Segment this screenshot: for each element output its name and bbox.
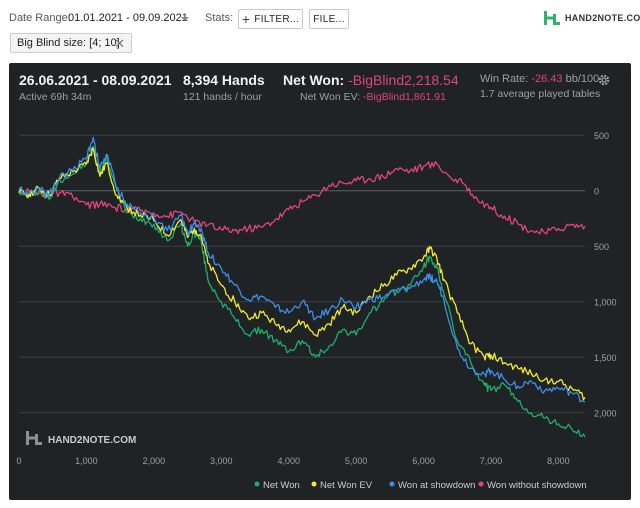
net-won-ev: Net Won EV: -BigBlind1,861.91 <box>300 91 446 103</box>
watermark-text: HAND2NOTE.COM <box>48 435 136 446</box>
net-won-label: Net Won: <box>283 72 345 88</box>
file-button-label: FILE... <box>313 13 345 25</box>
win-rate-unit: bb/100 <box>565 73 600 85</box>
hand2note-logo: HAND2NOTE.COM <box>543 9 640 27</box>
x-tick-label: 4,000 <box>277 456 300 466</box>
win-rate: Win Rate: -26.43 bb/100 <box>480 73 599 85</box>
x-tick-label: 2,000 <box>143 456 166 466</box>
stats-label: Stats: <box>205 12 234 24</box>
chart-watermark: HAND2NOTE.COM <box>26 431 136 446</box>
legend-marker <box>311 481 317 487</box>
legend-label[interactable]: Net Won EV <box>320 480 373 491</box>
active-time: Active 69h 34m <box>19 91 92 103</box>
chart-legend: Net Won Net Won EV Won at showdown Won with… <box>254 480 587 491</box>
x-tick-label: 3,000 <box>210 456 233 466</box>
series-line-won-without-showdown <box>18 160 586 235</box>
legend-marker <box>254 481 260 487</box>
legend-label[interactable]: Won at showdown <box>398 480 475 491</box>
net-won-ev-value: -BigBlind1,861.91 <box>363 91 446 103</box>
filter-chip[interactable]: Big Blind size: [4; 10] ✕ <box>10 33 132 53</box>
legend-marker <box>389 481 395 487</box>
file-button[interactable]: FILE... <box>309 9 349 29</box>
y-tick-label: 1,000 <box>594 298 617 308</box>
close-icon[interactable]: ✕ <box>114 36 125 52</box>
filter-button-label: FILTER... <box>254 13 300 25</box>
hand2note-logo-icon <box>544 11 560 25</box>
legend-label[interactable]: Won without showdown <box>487 480 587 491</box>
hand2note-logo-text: HAND2NOTE.COM <box>565 13 640 23</box>
x-tick-label: 1,000 <box>75 456 98 466</box>
win-rate-label: Win Rate: <box>480 73 529 85</box>
win-rate-value: -26.43 <box>531 73 563 85</box>
series-line-net-won-ev <box>18 147 586 401</box>
x-tick-label: 8,000 <box>547 456 570 466</box>
chart-series <box>18 136 586 438</box>
y-tick-label: 500 <box>594 131 609 141</box>
winnings-chart: 500 0 500 1,000 1,500 2,000 0 1,000 2,000 3,000 4,… <box>16 131 616 491</box>
y-tick-label: 0 <box>594 187 599 197</box>
x-tick-label: 6,000 <box>412 456 435 466</box>
toolbar: Date Range: 01.01.2021 - 09.09.2021 Stat… <box>0 0 640 58</box>
filter-button[interactable]: + FILTER... <box>238 9 303 29</box>
net-won-value: -BigBlind2,218.54 <box>348 72 459 88</box>
hands-rate: 121 hands / hour <box>183 91 262 103</box>
y-tick-label: 2,000 <box>594 409 617 419</box>
period: 26.06.2021 - 08.09.2021 <box>19 72 172 88</box>
net-won-ev-label: Net Won EV: <box>300 91 361 103</box>
y-tick-label: 1,500 <box>594 353 617 363</box>
series-line-net-won <box>18 145 586 438</box>
legend-marker <box>478 481 484 487</box>
chevron-down-icon[interactable] <box>181 17 189 21</box>
date-range-label: Date Range: <box>9 12 71 24</box>
y-tick-label: 500 <box>594 242 609 252</box>
x-tick-label: 0 <box>16 456 21 466</box>
net-won: Net Won: -BigBlind2,218.54 <box>283 72 459 88</box>
gear-icon[interactable] <box>597 73 611 87</box>
average-tables: 1.7 average played tables <box>480 88 601 100</box>
x-tick-label: 5,000 <box>345 456 368 466</box>
date-range-dropdown[interactable]: 01.01.2021 - 09.09.2021 <box>68 12 188 24</box>
series-line-won-at-showdown <box>18 136 585 403</box>
hands-count: 8,394 Hands <box>183 72 265 88</box>
legend-label[interactable]: Net Won <box>263 480 300 491</box>
x-tick-label: 7,000 <box>480 456 503 466</box>
plus-icon: + <box>241 11 251 27</box>
filter-chip-label: Big Blind size: [4; 10] <box>17 37 120 49</box>
chart-grid: 500 0 500 1,000 1,500 2,000 0 1,000 2,000 3,000 4,… <box>16 131 616 466</box>
